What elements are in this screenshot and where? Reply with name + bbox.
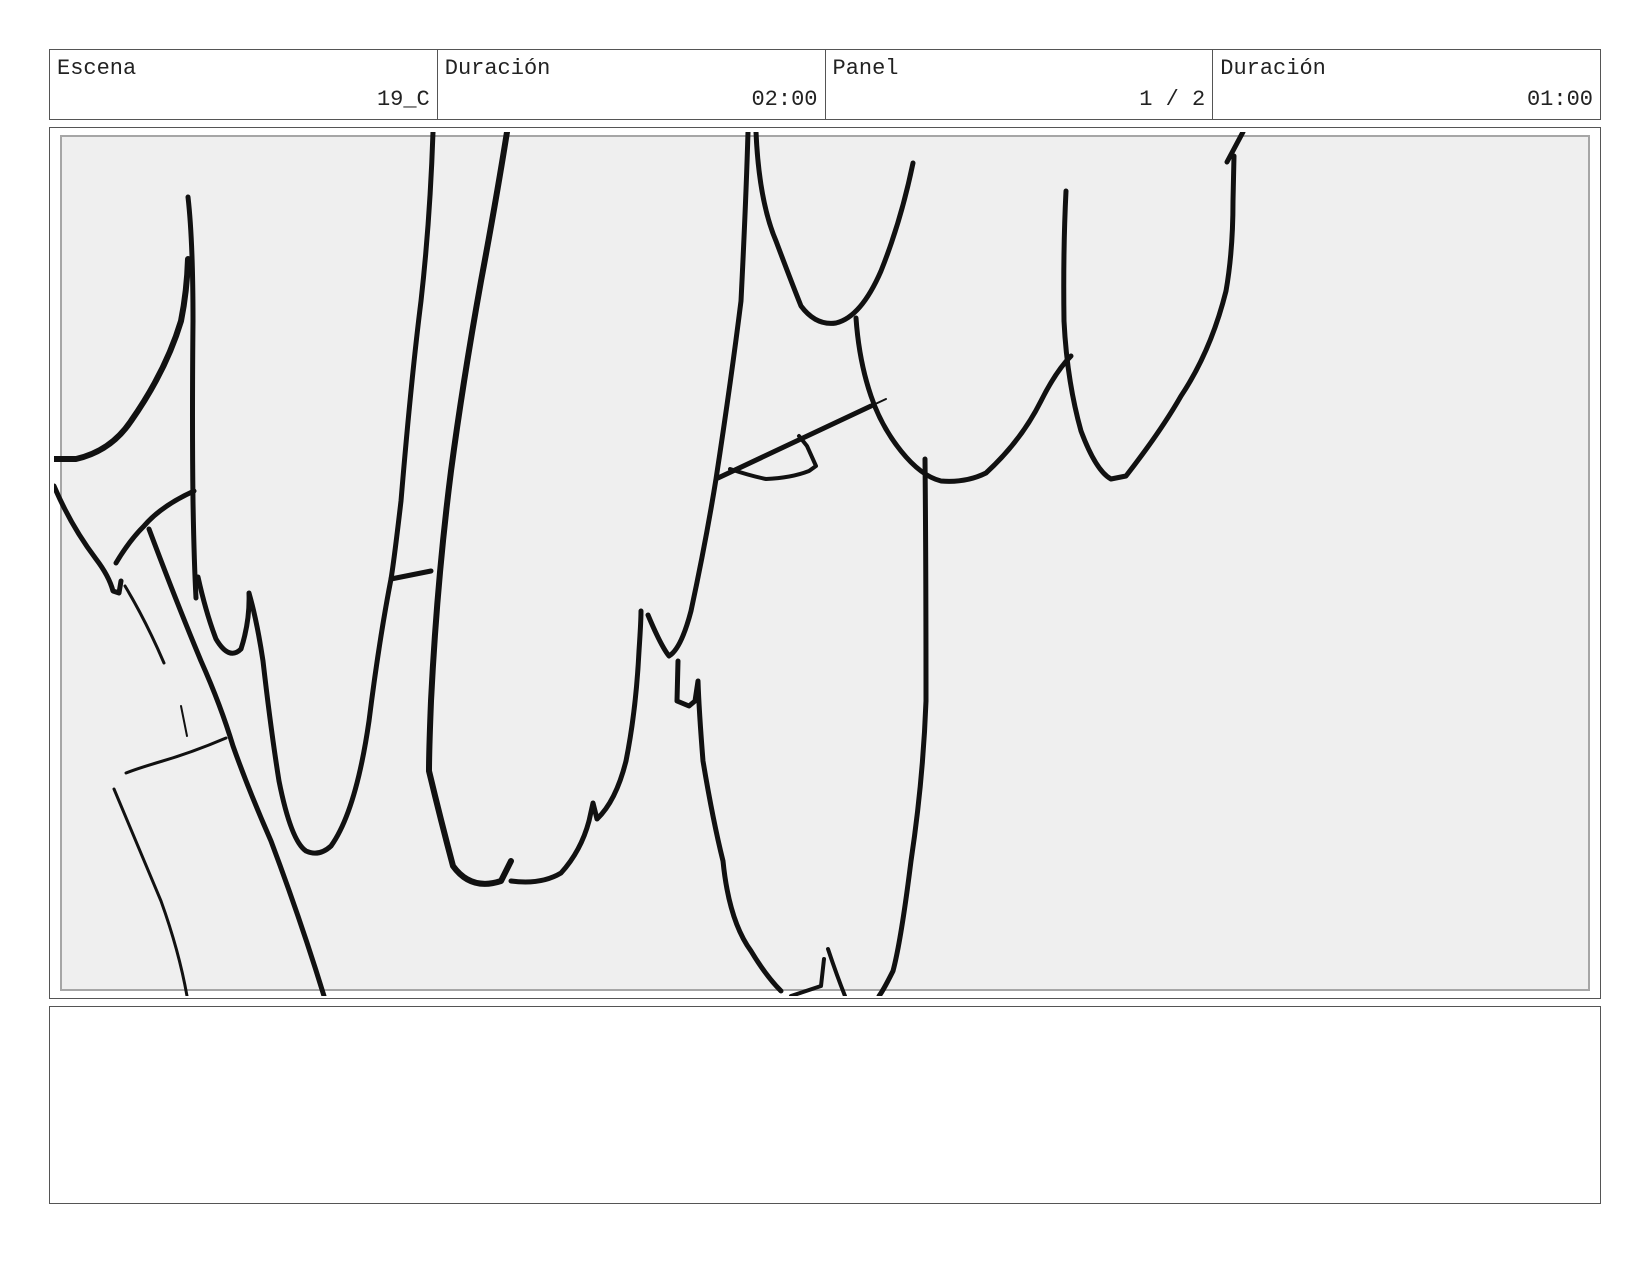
panel-sketch [54, 132, 1596, 996]
sketch-stroke [195, 574, 394, 856]
panel-value: 1 / 2 [1139, 87, 1206, 112]
panel-notes-box[interactable] [49, 1006, 1601, 1204]
sketch-stroke [112, 787, 189, 996]
scene-duration-label: Duración [444, 56, 551, 81]
sketch-stroke [789, 957, 826, 996]
sketch-stroke [645, 132, 751, 659]
storyboard-panel-frame [49, 127, 1601, 999]
sketch-stroke [54, 483, 124, 596]
scene-value: 19_C [376, 87, 430, 112]
scene-cell: Escena 19_C [50, 50, 438, 119]
sketch-stroke [180, 705, 188, 737]
panel-duration-label: Duración [1220, 56, 1326, 81]
scene-label: Escena [57, 56, 137, 81]
sketch-stroke [113, 488, 197, 566]
sketch-lines [54, 132, 1246, 996]
sketch-stroke [728, 434, 818, 481]
sketch-stroke [674, 658, 784, 994]
storyboard-header: Escena 19_C Duración 02:00 Panel 1 / 2 D… [49, 49, 1601, 120]
sketch-stroke [124, 736, 228, 775]
scene-duration-value: 02:00 [751, 87, 818, 112]
sketch-stroke [426, 132, 514, 887]
panel-duration-cell: Duración 01:00 [1213, 50, 1600, 119]
sketch-stroke [715, 403, 874, 481]
scene-duration-cell: Duración 02:00 [438, 50, 826, 119]
sketch-stroke [54, 256, 191, 462]
sketch-stroke [388, 568, 434, 582]
panel-cell: Panel 1 / 2 [826, 50, 1214, 119]
sketch-stroke [1061, 153, 1237, 482]
sketch-stroke [876, 456, 929, 996]
panel-duration-value: 01:00 [1526, 87, 1593, 112]
sketch-stroke [753, 132, 916, 326]
panel-label: Panel [832, 56, 899, 81]
sketch-stroke [388, 132, 436, 582]
sketch-stroke [146, 526, 327, 996]
sketch-stroke [853, 315, 1074, 484]
sketch-stroke [826, 947, 847, 996]
sketch-stroke [508, 608, 644, 885]
sketch-stroke [123, 584, 166, 665]
